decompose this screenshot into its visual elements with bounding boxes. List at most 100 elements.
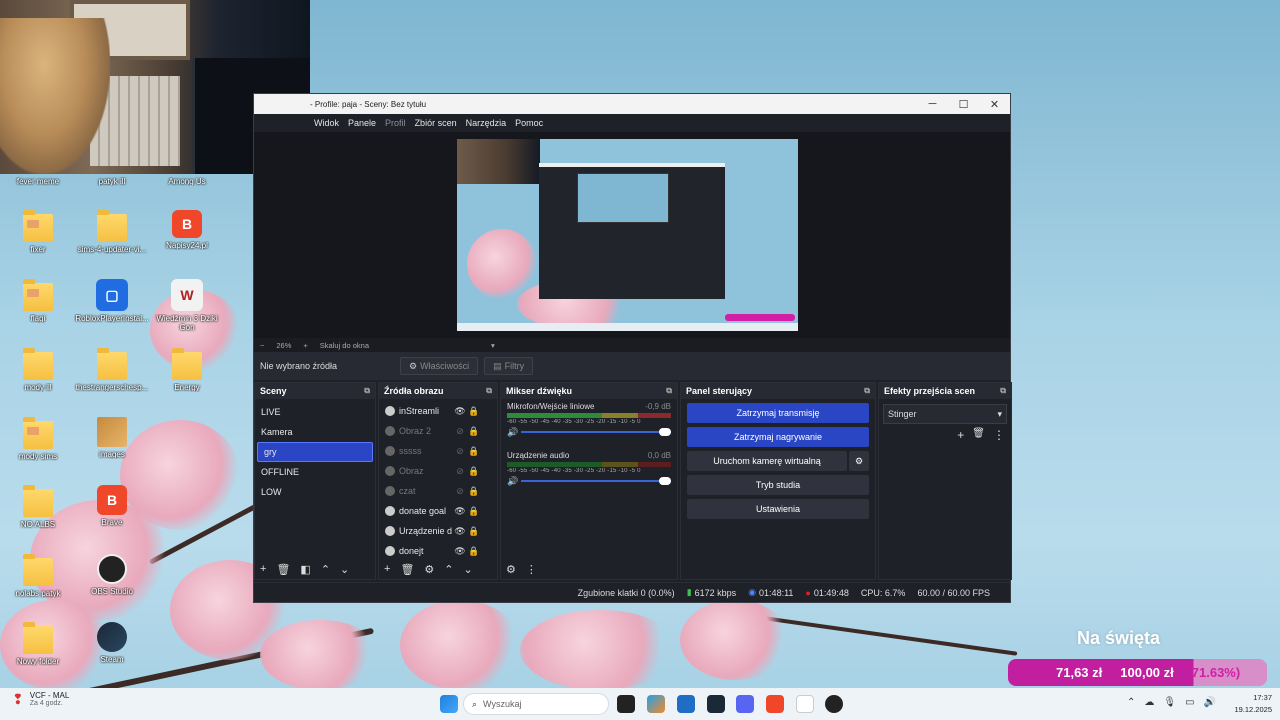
add-icon[interactable]: + — [957, 428, 964, 442]
desktop-icon-roblox[interactable]: ▢ RobloxPlayerInstal... — [72, 279, 152, 323]
source-item[interactable]: sssss ⊘ 🔒 — [379, 441, 497, 461]
add-icon[interactable]: + — [384, 563, 390, 575]
trash-icon[interactable]: 🗑 — [400, 563, 414, 576]
discord-icon[interactable] — [736, 695, 754, 713]
volume-icon[interactable]: 🔊 — [507, 427, 521, 438]
transition-select[interactable]: Stinger ▾ — [883, 404, 1007, 424]
filters-button[interactable]: ▤ Filtry — [484, 357, 534, 375]
popout-icon[interactable]: ⧉ — [364, 386, 370, 396]
lock-icon[interactable]: 🔒 — [467, 546, 481, 557]
source-item[interactable]: czat ⊘ 🔒 — [379, 481, 497, 501]
close-icon[interactable]: ✕ — [979, 94, 1010, 114]
lock-icon[interactable]: 🔒 — [467, 526, 481, 537]
popout-icon[interactable]: ⧉ — [486, 386, 492, 396]
scene-item[interactable]: OFFLINE — [255, 462, 375, 482]
popout-icon[interactable]: ⧉ — [1000, 386, 1006, 396]
zoom-in-icon[interactable]: + — [303, 341, 307, 350]
lock-icon[interactable]: 🔒 — [467, 466, 481, 477]
scene-item[interactable]: Kamera — [255, 422, 375, 442]
virtual-camera-button[interactable]: Uruchom kamerę wirtualną — [687, 451, 847, 471]
popout-icon[interactable]: ⧉ — [864, 386, 870, 396]
properties-button[interactable]: ⚙ Właściwości — [400, 357, 479, 375]
clock[interactable]: 17:37 19.12.2025 — [1234, 692, 1272, 716]
menu-zbior-scen[interactable]: Zbiór scen — [415, 118, 457, 128]
desktop-icon-thestrangers[interactable]: thestrangerschesp... — [72, 348, 152, 392]
chevron-down-icon[interactable]: ⌄ — [464, 563, 473, 576]
task-view-icon[interactable] — [617, 695, 635, 713]
desktop-icon-nowy-folder[interactable]: Nowy folder — [0, 622, 78, 666]
more-icon[interactable]: ⋮ — [526, 563, 537, 576]
desktop-icon-flagi[interactable]: flagi — [0, 279, 78, 323]
chevron-up-icon[interactable]: ⌃ — [321, 563, 330, 576]
menu-profil[interactable]: Profil — [385, 118, 406, 128]
popout-icon[interactable]: ⧉ — [666, 386, 672, 396]
desktop-label-fever-meme[interactable]: fever meme — [0, 177, 78, 186]
filter-icon[interactable]: ◧ — [300, 563, 310, 576]
menu-narzedzia[interactable]: Narzędzia — [466, 118, 507, 128]
eye-hidden-icon[interactable]: ⊘ — [453, 466, 467, 477]
lock-icon[interactable]: 🔒 — [467, 486, 481, 497]
desktop-icon-images[interactable]: images — [72, 417, 152, 459]
add-icon[interactable]: + — [260, 563, 266, 575]
notepad-icon[interactable] — [796, 695, 814, 713]
studio-mode-button[interactable]: Tryb studia — [687, 475, 869, 495]
eye-hidden-icon[interactable]: ⊘ — [453, 426, 467, 437]
source-item[interactable]: donejt 👁 🔒 — [379, 541, 497, 561]
eye-icon[interactable]: 👁 — [453, 506, 467, 517]
desktop-icon-energy[interactable]: Energy — [147, 348, 227, 392]
desktop-icon-witcher[interactable]: W Wiedźmin 3 Dziki Gon — [147, 279, 227, 332]
eye-icon[interactable]: 👁 — [453, 406, 467, 417]
microphone-icon[interactable]: 🎙 — [1163, 697, 1176, 708]
desktop-icon-brave[interactable]: B Brave — [72, 485, 152, 527]
trash-icon[interactable]: 🗑 — [276, 563, 290, 576]
chevron-up-icon[interactable]: ⌃ — [1127, 697, 1135, 708]
eye-hidden-icon[interactable]: ⊘ — [453, 446, 467, 457]
desktop-icon-steam[interactable]: Steam — [72, 622, 152, 664]
desktop-icon-sims-updater[interactable]: sims-4-updater-vi... — [72, 210, 152, 254]
monitor-icon[interactable]: ▭ — [1185, 697, 1194, 708]
eye-hidden-icon[interactable]: ⊘ — [453, 486, 467, 497]
desktop-label-among-us[interactable]: Among Us — [147, 177, 227, 186]
stop-recording-button[interactable]: Zatrzymaj nagrywanie — [687, 427, 869, 447]
more-icon[interactable]: ⋮ — [993, 428, 1005, 442]
lock-icon[interactable]: 🔒 — [467, 406, 481, 417]
source-item[interactable]: donate goal 👁 🔒 — [379, 501, 497, 521]
desktop-icon-napisy24[interactable]: B Napisy24.pl — [147, 210, 227, 250]
volume-icon[interactable]: 🔊 — [1204, 697, 1216, 708]
settings-button[interactable]: Ustawienia — [687, 499, 869, 519]
menu-pomoc[interactable]: Pomoc — [515, 118, 543, 128]
source-item[interactable]: Urządzenie d 👁 🔒 — [379, 521, 497, 541]
eye-icon[interactable]: 👁 — [453, 546, 467, 557]
minimize-icon[interactable]: ─ — [917, 94, 948, 114]
store-icon[interactable] — [677, 695, 695, 713]
scene-item-selected[interactable]: gry — [257, 442, 373, 462]
brave-icon[interactable] — [766, 695, 784, 713]
lock-icon[interactable]: 🔒 — [467, 446, 481, 457]
network-icon[interactable]: ☁ — [1144, 697, 1154, 708]
source-item[interactable]: Obraz 2 ⊘ 🔒 — [379, 421, 497, 441]
lock-icon[interactable]: 🔒 — [467, 506, 481, 517]
desktop-icon-obs-studio[interactable]: OBS Studio — [72, 554, 152, 596]
windows-start-icon[interactable] — [440, 695, 458, 713]
preview-area[interactable] — [254, 132, 1010, 338]
source-item[interactable]: Obraz ⊘ 🔒 — [379, 461, 497, 481]
preview-canvas[interactable] — [457, 139, 798, 331]
copilot-icon[interactable] — [647, 695, 665, 713]
taskbar-search[interactable]: ⌕ Wyszukaj — [463, 693, 609, 715]
volume-icon[interactable]: 🔊 — [507, 476, 521, 487]
scene-item[interactable]: LIVE — [255, 402, 375, 422]
desktop-icon-nolabs-patyk[interactable]: nolabs patyk — [0, 554, 78, 598]
eye-icon[interactable]: 👁 — [453, 526, 467, 537]
chevron-down-icon[interactable]: ⌄ — [340, 563, 349, 576]
obs-icon[interactable] — [825, 695, 843, 713]
menu-widok[interactable]: Widok — [314, 118, 339, 128]
chevron-down-icon[interactable]: ▾ — [491, 341, 495, 350]
chevron-up-icon[interactable]: ⌃ — [444, 563, 453, 576]
maximize-icon[interactable]: ☐ — [948, 94, 979, 114]
zoom-out-icon[interactable]: − — [260, 341, 264, 350]
lock-icon[interactable]: 🔒 — [467, 426, 481, 437]
gear-icon[interactable]: ⚙ — [424, 563, 434, 576]
desktop-icon-no-albs[interactable]: NO ALBS — [0, 485, 78, 529]
menu-panele[interactable]: Panele — [348, 118, 376, 128]
obs-titlebar[interactable]: - Profile: paja - Sceny: Bez tytułu ─ ☐ … — [254, 94, 1010, 114]
